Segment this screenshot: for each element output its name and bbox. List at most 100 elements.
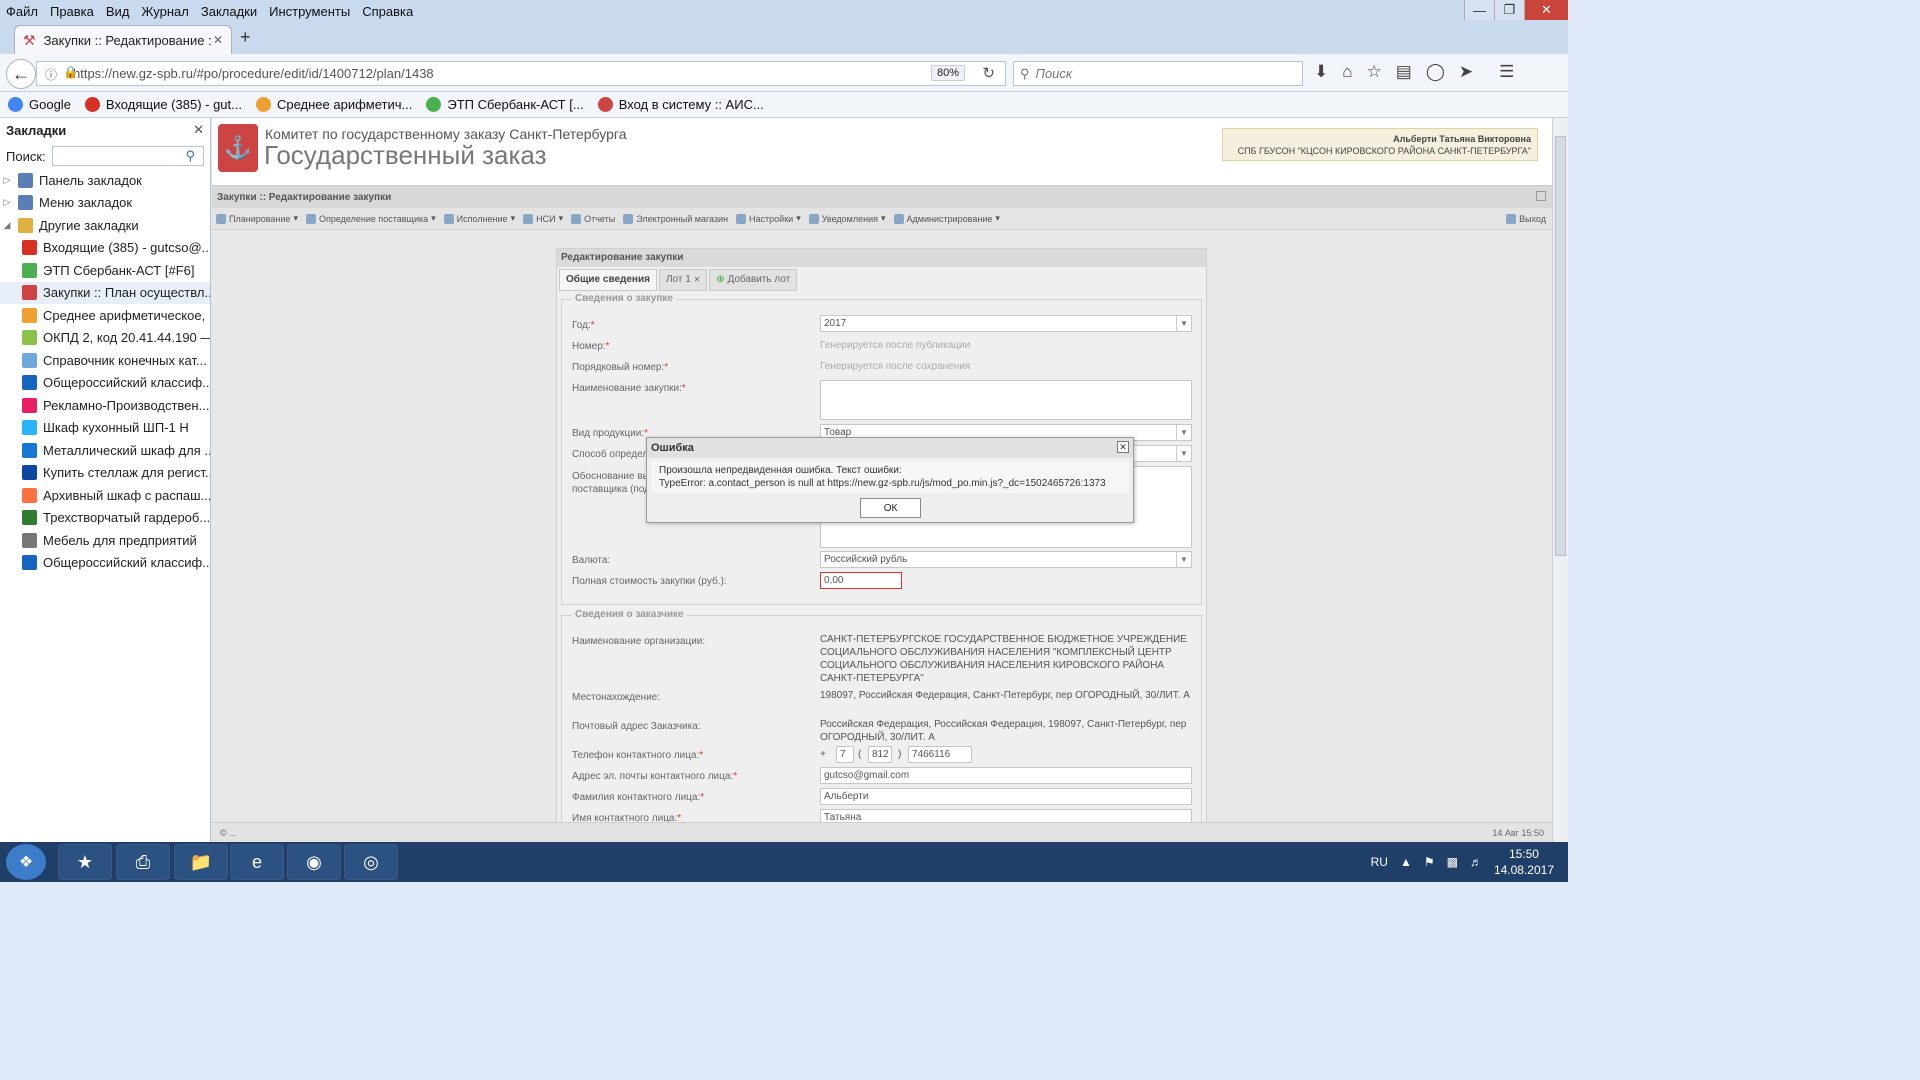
- taskbar-chrome-icon[interactable]: ◎: [344, 844, 398, 880]
- sidebar-folder[interactable]: ◢ Другие закладки: [0, 214, 210, 237]
- home-icon[interactable]: ⌂: [1342, 62, 1352, 82]
- maximize-icon[interactable]: ❐: [1494, 0, 1524, 20]
- hamburger-menu-icon[interactable]: ☰: [1499, 62, 1514, 82]
- tab-close-icon[interactable]: ✕: [213, 33, 223, 47]
- language-indicator[interactable]: RU: [1371, 855, 1388, 869]
- sidebar-bookmark[interactable]: Трехстворчатый гардероб...: [0, 507, 210, 530]
- chevron-down-icon[interactable]: ▼: [1176, 552, 1191, 567]
- sidebar-bookmark[interactable]: Общероссийский классиф...: [0, 372, 210, 395]
- bookmark-gmail[interactable]: Входящие (385) - gut...: [84, 97, 242, 112]
- menu-tools[interactable]: Инструменты: [263, 4, 356, 19]
- lastname-input[interactable]: Альберти: [820, 788, 1192, 805]
- new-tab-icon[interactable]: +: [240, 27, 251, 48]
- toolbar-supplier[interactable]: Определение поставщика ▾: [305, 213, 436, 224]
- exit-button[interactable]: Выход: [1506, 214, 1546, 224]
- clock[interactable]: 15:50 14.08.2017: [1494, 846, 1554, 878]
- windows-start-icon[interactable]: ❖: [6, 844, 46, 880]
- sidebar-bookmark[interactable]: Рекламно-Производствен...: [0, 394, 210, 417]
- expand-icon[interactable]: ◢: [0, 220, 14, 231]
- info-icon[interactable]: ⓘ: [45, 66, 57, 83]
- tab-lot-1[interactable]: Лот 1 ✕: [658, 269, 708, 291]
- expand-icon[interactable]: ▷: [0, 197, 14, 208]
- reload-icon[interactable]: ↻: [982, 64, 995, 82]
- taskbar-ie-icon[interactable]: e: [230, 844, 284, 880]
- ok-button[interactable]: ОК: [860, 498, 921, 518]
- phone-number-input[interactable]: 7466116: [908, 746, 972, 763]
- browser-tab[interactable]: ⚒ Закупки :: Редактирование : ✕: [14, 25, 232, 54]
- tray-arrow-icon[interactable]: ▲: [1400, 855, 1412, 869]
- taskbar-printer-icon[interactable]: ⎙: [116, 844, 170, 880]
- library-icon[interactable]: ▤: [1396, 62, 1412, 82]
- menu-bookmarks[interactable]: Закладки: [195, 4, 263, 19]
- menu-edit[interactable]: Правка: [44, 4, 100, 19]
- taskbar-firefox-icon[interactable]: ◉: [287, 844, 341, 880]
- volume-icon[interactable]: ♬: [1470, 855, 1482, 869]
- search-box[interactable]: ⚲ Поиск: [1013, 61, 1303, 86]
- purchase-name-textarea[interactable]: [820, 380, 1192, 420]
- total-cost-input[interactable]: 0,00: [820, 572, 902, 589]
- email-input[interactable]: gutcso@gmail.com: [820, 767, 1192, 784]
- sidebar-folder[interactable]: ▷ Меню закладок: [0, 192, 210, 215]
- toolbar-eshop[interactable]: Электронный магазин: [623, 213, 728, 224]
- sidebar-bookmark[interactable]: Архивный шкаф с распаш...: [0, 484, 210, 507]
- sidebar-bookmark[interactable]: Металлический шкаф для ...: [0, 439, 210, 462]
- taskbar-folder-icon[interactable]: 📁: [174, 844, 228, 880]
- phone-country-input[interactable]: 7: [836, 746, 854, 763]
- chevron-down-icon[interactable]: ▼: [1176, 425, 1191, 440]
- toolbar-admin[interactable]: Администрирование ▾: [893, 213, 1000, 224]
- add-lot-button[interactable]: ⊕ Добавить лот: [709, 269, 798, 291]
- network-icon[interactable]: ▩: [1447, 855, 1458, 869]
- bookmark-google[interactable]: Google: [8, 97, 71, 112]
- sidebar-bookmark[interactable]: Общероссийский классиф...: [0, 552, 210, 575]
- collapse-icon[interactable]: [1536, 191, 1546, 201]
- sidebar-bookmark[interactable]: Закупки :: План осуществл...: [0, 281, 210, 304]
- sidebar-close-icon[interactable]: ✕: [193, 122, 204, 138]
- sidebar-bookmark[interactable]: Справочник конечных кат...: [0, 349, 210, 372]
- taskbar-app-icon[interactable]: ★: [58, 844, 112, 880]
- toolbar-settings[interactable]: Настройки ▾: [736, 213, 801, 224]
- menu-file[interactable]: Файл: [0, 4, 44, 19]
- sidebar-bookmark[interactable]: Среднее арифметическое, ...: [0, 304, 210, 327]
- toolbar-reports[interactable]: Отчеты: [571, 213, 615, 224]
- download-icon[interactable]: ⬇: [1314, 62, 1328, 82]
- sidebar-folder[interactable]: ▷ Панель закладок: [0, 169, 210, 192]
- vertical-scrollbar[interactable]: [1552, 118, 1568, 842]
- sidebar-search-input[interactable]: [51, 146, 204, 166]
- year-select[interactable]: 2017 ▼: [820, 315, 1192, 332]
- sidebar-bookmark[interactable]: Шкаф кухонный ШП-1 Н: [0, 417, 210, 440]
- sidebar-bookmark[interactable]: ОКПД 2, код 20.41.44.190 —...: [0, 327, 210, 350]
- flag-icon[interactable]: ⚑: [1424, 855, 1435, 869]
- expand-icon[interactable]: ▷: [0, 175, 14, 186]
- dialog-close-icon[interactable]: ✕: [1117, 441, 1129, 453]
- toolbar-execution[interactable]: Исполнение ▾: [443, 213, 515, 224]
- sidebar-bookmark[interactable]: Мебель для предприятий: [0, 529, 210, 552]
- tab-close-icon[interactable]: ✕: [694, 275, 701, 284]
- star-icon[interactable]: ☆: [1367, 62, 1382, 82]
- menu-history[interactable]: Журнал: [135, 4, 194, 19]
- close-window-icon[interactable]: ✕: [1524, 0, 1568, 20]
- bookmark-ais[interactable]: Вход в систему :: АИС...: [597, 97, 764, 112]
- sidebar-bookmark[interactable]: ЭТП Сбербанк-АСТ [#F6]: [0, 259, 210, 282]
- toolbar-notifications[interactable]: Уведомления ▾: [808, 213, 886, 224]
- toolbar-nsi[interactable]: НСИ ▾: [523, 213, 563, 224]
- menu-help[interactable]: Справка: [356, 4, 419, 19]
- minimize-icon[interactable]: —: [1464, 0, 1494, 20]
- send-icon[interactable]: ➤: [1459, 62, 1473, 82]
- pocket-icon[interactable]: ◯: [1426, 62, 1445, 82]
- sidebar-bookmark[interactable]: Входящие (385) - gutcso@...: [0, 237, 210, 260]
- bookmark-sberbank[interactable]: ЭТП Сбербанк-АСТ [...: [426, 97, 584, 112]
- chevron-down-icon[interactable]: ▼: [1176, 446, 1191, 461]
- chevron-down-icon[interactable]: ▼: [1176, 316, 1191, 331]
- zoom-level[interactable]: 80%: [930, 65, 965, 81]
- toolbar-planning[interactable]: Планирование ▾: [216, 213, 298, 224]
- menu-view[interactable]: Вид: [100, 4, 136, 19]
- sidebar-bookmark[interactable]: Купить стеллаж для регист...: [0, 462, 210, 485]
- phone-code-input[interactable]: 812: [868, 746, 892, 763]
- url-bar[interactable]: ⓘ 🔒 https://new.gz-spb.ru/#po/procedure/…: [36, 61, 1006, 86]
- tab-general[interactable]: Общие сведения: [559, 269, 657, 291]
- scrollbar-thumb[interactable]: [1555, 136, 1566, 556]
- currency-select[interactable]: Российский рубль ▼: [820, 551, 1192, 568]
- back-arrow-icon[interactable]: ←: [6, 59, 36, 89]
- bookmark-average[interactable]: Среднее арифметич...: [255, 97, 412, 112]
- url-text[interactable]: https://new.gz-spb.ru/#po/procedure/edit…: [73, 66, 434, 81]
